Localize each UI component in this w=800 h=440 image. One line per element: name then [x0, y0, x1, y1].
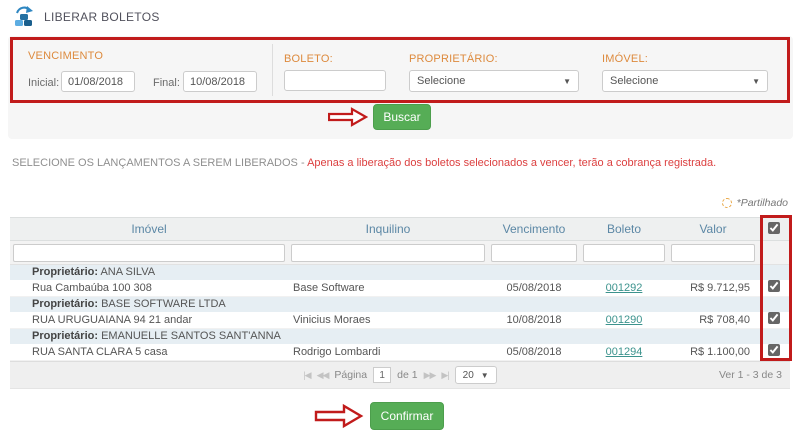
- chevron-down-icon: ▼: [563, 77, 571, 86]
- cell-inquilino: Vinicius Moraes: [288, 312, 488, 329]
- final-date-input[interactable]: [183, 71, 257, 92]
- boletos-table: Imóvel Inquilino Vencimento Boleto Valor…: [10, 217, 790, 389]
- table-row: Rua Cambaúba 100 308 Base Software 05/08…: [10, 280, 790, 297]
- owner-label: Proprietário:: [32, 330, 98, 342]
- instructions-line: SELECIONE OS LANÇAMENTOS A SEREM LIBERAD…: [12, 157, 716, 169]
- next-page-icon[interactable]: ▶▶: [424, 370, 436, 381]
- column-header-boleto[interactable]: Boleto: [580, 218, 668, 241]
- boleto-link[interactable]: 001292: [606, 282, 643, 294]
- imovel-select[interactable]: Selecione ▼: [602, 70, 768, 92]
- cell-vencimento: 05/08/2018: [488, 344, 580, 361]
- cell-vencimento: 10/08/2018: [488, 312, 580, 329]
- boleto-label: BOLETO:: [284, 53, 333, 65]
- final-label: Final:: [153, 77, 180, 89]
- select-all-checkbox[interactable]: [768, 222, 780, 234]
- proprietario-label: PROPRIETÁRIO:: [409, 53, 498, 65]
- row-checkbox[interactable]: [768, 280, 780, 292]
- cell-vencimento: 05/08/2018: [488, 280, 580, 297]
- last-page-icon[interactable]: ▶|: [441, 370, 448, 381]
- liberar-boletos-icon: [12, 5, 36, 28]
- column-header-vencimento[interactable]: Vencimento: [488, 218, 580, 241]
- filter-divider: [272, 44, 273, 96]
- table-header-row: Imóvel Inquilino Vencimento Boleto Valor: [10, 218, 790, 241]
- instructions-highlight: Apenas a liberação dos boletos seleciona…: [307, 157, 716, 169]
- table-row: RUA URUGUAIANA 94 21 andar Vinicius Mora…: [10, 312, 790, 329]
- proprietario-selected-value: Selecione: [417, 75, 465, 87]
- chevron-down-icon: ▼: [752, 77, 760, 86]
- page-number-input[interactable]: [373, 367, 391, 383]
- chevron-down-icon: ▼: [481, 371, 489, 380]
- red-arrow-annotation: [314, 403, 364, 429]
- imovel-selected-value: Selecione: [610, 75, 658, 87]
- row-checkbox[interactable]: [768, 344, 780, 356]
- cell-imovel: RUA SANTA CLARA 5 casa: [10, 344, 288, 361]
- partilhado-legend: *Partilhado: [722, 197, 788, 209]
- row-checkbox[interactable]: [768, 312, 780, 324]
- cell-imovel: Rua Cambaúba 100 308: [10, 280, 288, 297]
- partilhado-label: *Partilhado: [737, 197, 788, 209]
- page-of-label: de 1: [397, 369, 417, 381]
- buscar-button[interactable]: Buscar: [373, 104, 431, 130]
- partilhado-icon: [722, 198, 732, 208]
- boleto-link[interactable]: 001294: [606, 346, 643, 358]
- owner-group-row: Proprietário: BASE SOFTWARE LTDA: [10, 297, 790, 312]
- boleto-link[interactable]: 001290: [606, 314, 643, 326]
- owner-label: Proprietário:: [32, 298, 98, 310]
- page-size-select[interactable]: 20 ▼: [455, 366, 497, 384]
- column-filter-row: [10, 241, 790, 265]
- page-header: LIBERAR BOLETOS: [12, 5, 160, 28]
- confirmar-button[interactable]: Confirmar: [370, 402, 444, 430]
- table-row: RUA SANTA CLARA 5 casa Rodrigo Lombardi …: [10, 344, 790, 361]
- imovel-label: IMÓVEL:: [602, 53, 648, 65]
- proprietario-select[interactable]: Selecione ▼: [409, 70, 579, 92]
- first-page-icon[interactable]: |◀: [303, 370, 310, 381]
- cell-inquilino: Rodrigo Lombardi: [288, 344, 488, 361]
- pagination-bar: |◀ ◀◀ Página de 1 ▶▶ ▶| 20 ▼ Ver 1 - 3 d…: [10, 361, 790, 389]
- owner-name: EMANUELLE SANTOS SANT'ANNA: [101, 330, 281, 342]
- instructions-normal: SELECIONE OS LANÇAMENTOS A SEREM LIBERAD…: [12, 157, 307, 169]
- owner-name: BASE SOFTWARE LTDA: [101, 298, 226, 310]
- boleto-column-filter[interactable]: [583, 244, 665, 262]
- owner-group-row: Proprietário: EMANUELLE SANTOS SANT'ANNA: [10, 329, 790, 344]
- column-header-imovel[interactable]: Imóvel: [10, 218, 288, 241]
- inicial-date-input[interactable]: [61, 71, 135, 92]
- cell-valor: R$ 708,40: [668, 312, 758, 329]
- boleto-input[interactable]: [284, 70, 386, 91]
- page-label: Página: [334, 369, 367, 381]
- column-header-inquilino[interactable]: Inquilino: [288, 218, 488, 241]
- column-header-valor[interactable]: Valor: [668, 218, 758, 241]
- prev-page-icon[interactable]: ◀◀: [317, 370, 329, 381]
- cell-valor: R$ 9.712,95: [668, 280, 758, 297]
- imovel-column-filter[interactable]: [13, 244, 285, 262]
- valor-column-filter[interactable]: [671, 244, 755, 262]
- owner-name: ANA SILVA: [100, 266, 155, 278]
- cell-inquilino: Base Software: [288, 280, 488, 297]
- cell-imovel: RUA URUGUAIANA 94 21 andar: [10, 312, 288, 329]
- page-title: LIBERAR BOLETOS: [44, 10, 160, 24]
- vencimento-column-filter[interactable]: [491, 244, 577, 262]
- page-size-value: 20: [463, 370, 474, 381]
- owner-group-row: Proprietário: ANA SILVA: [10, 265, 790, 280]
- vencimento-label: VENCIMENTO: [28, 50, 103, 62]
- cell-valor: R$ 1.100,00: [668, 344, 758, 361]
- pager-summary: Ver 1 - 3 de 3: [719, 369, 782, 381]
- inicial-label: Inicial:: [28, 77, 59, 89]
- owner-label: Proprietário:: [32, 266, 98, 278]
- inquilino-column-filter[interactable]: [291, 244, 485, 262]
